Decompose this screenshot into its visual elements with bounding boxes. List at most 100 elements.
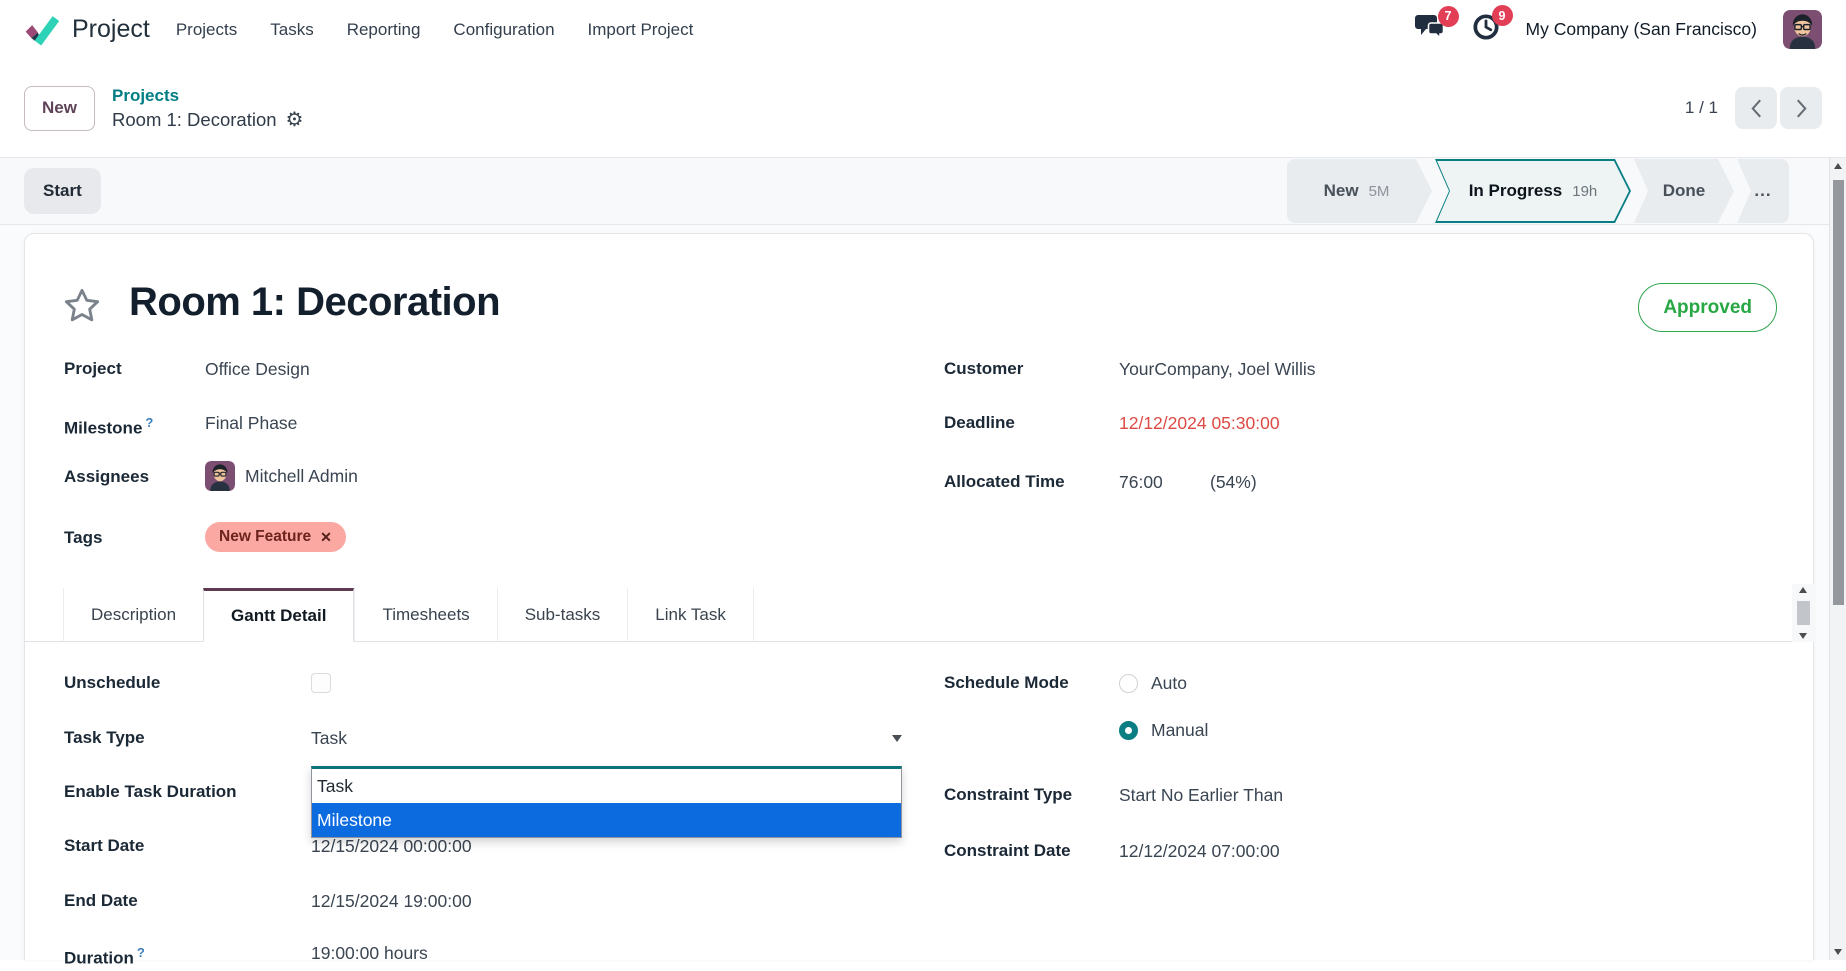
scroll-down-icon[interactable] — [1799, 633, 1807, 639]
stage-more[interactable]: ... — [1737, 159, 1789, 223]
allocated-time-value[interactable]: 76:00 — [1119, 470, 1163, 494]
settings-gear-icon[interactable]: ⚙ — [286, 110, 304, 130]
new-button[interactable]: New — [24, 86, 95, 131]
menu-item-reporting[interactable]: Reporting — [347, 20, 421, 40]
duration-value[interactable]: 19:00:00 hours — [311, 941, 428, 965]
status-bar: Start New 5M In Progress 19h Done ... — [0, 158, 1846, 225]
tab-link-task[interactable]: Link Task — [627, 588, 754, 642]
pager-previous-button[interactable] — [1735, 87, 1777, 129]
duration-label: Duration? — [64, 941, 145, 971]
scroll-up-icon[interactable] — [1799, 587, 1807, 593]
schedule-mode-manual-option[interactable]: Manual — [1119, 720, 1208, 741]
end-date-label: End Date — [64, 889, 138, 913]
tag-new-feature[interactable]: New Feature ✕ — [205, 522, 346, 552]
radio-auto[interactable] — [1119, 674, 1138, 693]
notebook-tabs: Description Gantt Detail Timesheets Sub-… — [63, 588, 754, 642]
stage-in-progress[interactable]: In Progress 19h — [1435, 159, 1631, 223]
form-sheet: Room 1: Decoration Approved Project Offi… — [24, 233, 1814, 960]
milestone-label: Milestone? — [64, 411, 153, 441]
end-date-value[interactable]: 12/15/2024 19:00:00 — [311, 889, 472, 913]
navbar-systray: 7 9 My Company (San Francisco) — [1415, 10, 1822, 49]
pager: 1 / 1 — [1685, 87, 1822, 129]
tab-description[interactable]: Description — [63, 588, 203, 642]
stage-new-extra: 5M — [1369, 183, 1390, 200]
milestone-value[interactable]: Final Phase — [205, 411, 297, 435]
menu-item-configuration[interactable]: Configuration — [453, 20, 554, 40]
main-scroll-down-icon[interactable] — [1834, 949, 1842, 955]
dropdown-option-milestone[interactable]: Milestone — [312, 803, 901, 837]
activities-badge: 9 — [1492, 5, 1513, 26]
duration-label-text: Duration — [64, 949, 134, 968]
main-menu: Projects Tasks Reporting Configuration I… — [176, 20, 694, 40]
stage-pipeline: New 5M In Progress 19h Done ... — [1287, 159, 1789, 223]
pager-next-button[interactable] — [1780, 87, 1822, 129]
customer-value[interactable]: YourCompany, Joel Willis — [1119, 357, 1315, 381]
favorite-star-icon[interactable] — [62, 286, 102, 326]
enable-task-duration-label: Enable Task Duration — [64, 780, 237, 804]
stage-done[interactable]: Done — [1634, 159, 1734, 223]
task-type-selected-value: Task — [311, 728, 347, 749]
tags-label: Tags — [64, 526, 102, 550]
tab-gantt-detail[interactable]: Gantt Detail — [203, 588, 354, 642]
stage-in-progress-extra: 19h — [1572, 183, 1597, 200]
assignees-label: Assignees — [64, 465, 149, 489]
top-navbar: Project Projects Tasks Reporting Configu… — [0, 0, 1846, 59]
dropdown-option-task[interactable]: Task — [312, 769, 901, 803]
stage-done-label: Done — [1663, 181, 1706, 201]
milestone-help-icon[interactable]: ? — [145, 415, 153, 430]
chevron-left-icon — [1750, 98, 1763, 119]
constraint-type-value[interactable]: Start No Earlier Than — [1119, 783, 1283, 807]
app-brand[interactable]: Project — [72, 15, 150, 44]
constraint-date-value[interactable]: 12/12/2024 07:00:00 — [1119, 839, 1280, 863]
tab-sub-tasks[interactable]: Sub-tasks — [497, 588, 628, 642]
messages-badge: 7 — [1438, 6, 1459, 27]
customer-label: Customer — [944, 357, 1023, 381]
messages-button[interactable]: 7 — [1415, 14, 1446, 46]
start-date-label: Start Date — [64, 834, 144, 858]
deadline-label: Deadline — [944, 411, 1015, 435]
menu-item-projects[interactable]: Projects — [176, 20, 237, 40]
schedule-mode-auto-option[interactable]: Auto — [1119, 673, 1187, 694]
schedule-mode-label: Schedule Mode — [944, 671, 1069, 695]
chevron-right-icon — [1795, 98, 1808, 119]
main-scrollbar-thumb[interactable] — [1833, 180, 1844, 605]
stage-in-progress-label: In Progress — [1469, 181, 1563, 201]
constraint-date-label: Constraint Date — [944, 839, 1071, 863]
unschedule-checkbox[interactable] — [311, 673, 331, 693]
constraint-type-label: Constraint Type — [944, 783, 1072, 807]
stage-new[interactable]: New 5M — [1287, 159, 1432, 223]
milestone-label-text: Milestone — [64, 419, 142, 438]
company-switcher[interactable]: My Company (San Francisco) — [1526, 19, 1757, 40]
main-scroll-up-icon[interactable] — [1834, 163, 1842, 169]
menu-item-import-project[interactable]: Import Project — [588, 20, 694, 40]
main-scrollbar[interactable] — [1829, 158, 1846, 960]
pager-count: 1 / 1 — [1685, 98, 1718, 118]
menu-item-tasks[interactable]: Tasks — [270, 20, 313, 40]
project-value[interactable]: Office Design — [205, 357, 310, 381]
breadcrumb-parent-link[interactable]: Projects — [112, 86, 303, 106]
radio-auto-label: Auto — [1151, 673, 1187, 694]
deadline-value[interactable]: 12/12/2024 05:30:00 — [1119, 411, 1280, 435]
page-title[interactable]: Room 1: Decoration — [129, 280, 500, 325]
start-button[interactable]: Start — [24, 168, 101, 214]
allocated-time-label: Allocated Time — [944, 470, 1065, 494]
stage-new-label: New — [1324, 181, 1359, 201]
assignee-name[interactable]: Mitchell Admin — [245, 464, 358, 488]
app-logo-icon[interactable] — [24, 12, 60, 48]
activities-button[interactable]: 9 — [1472, 13, 1500, 46]
tag-remove-icon[interactable]: ✕ — [320, 529, 332, 546]
task-type-select[interactable]: Task — [311, 725, 902, 751]
radio-manual[interactable] — [1119, 721, 1138, 740]
stage-more-label: ... — [1754, 181, 1771, 201]
breadcrumb: Projects Room 1: Decoration ⚙ — [112, 86, 303, 131]
radio-manual-label: Manual — [1151, 720, 1208, 741]
control-panel: New Projects Room 1: Decoration ⚙ 1 / 1 — [0, 59, 1846, 158]
task-type-dropdown: Task Milestone — [311, 766, 902, 838]
tag-label: New Feature — [219, 528, 311, 546]
duration-help-icon[interactable]: ? — [137, 945, 145, 960]
notebook-scrollbar[interactable] — [1792, 584, 1814, 642]
tab-timesheets[interactable]: Timesheets — [354, 588, 496, 642]
assignees-value[interactable]: Mitchell Admin — [205, 461, 358, 491]
notebook-scrollbar-thumb[interactable] — [1797, 601, 1810, 625]
user-avatar[interactable] — [1783, 10, 1822, 49]
